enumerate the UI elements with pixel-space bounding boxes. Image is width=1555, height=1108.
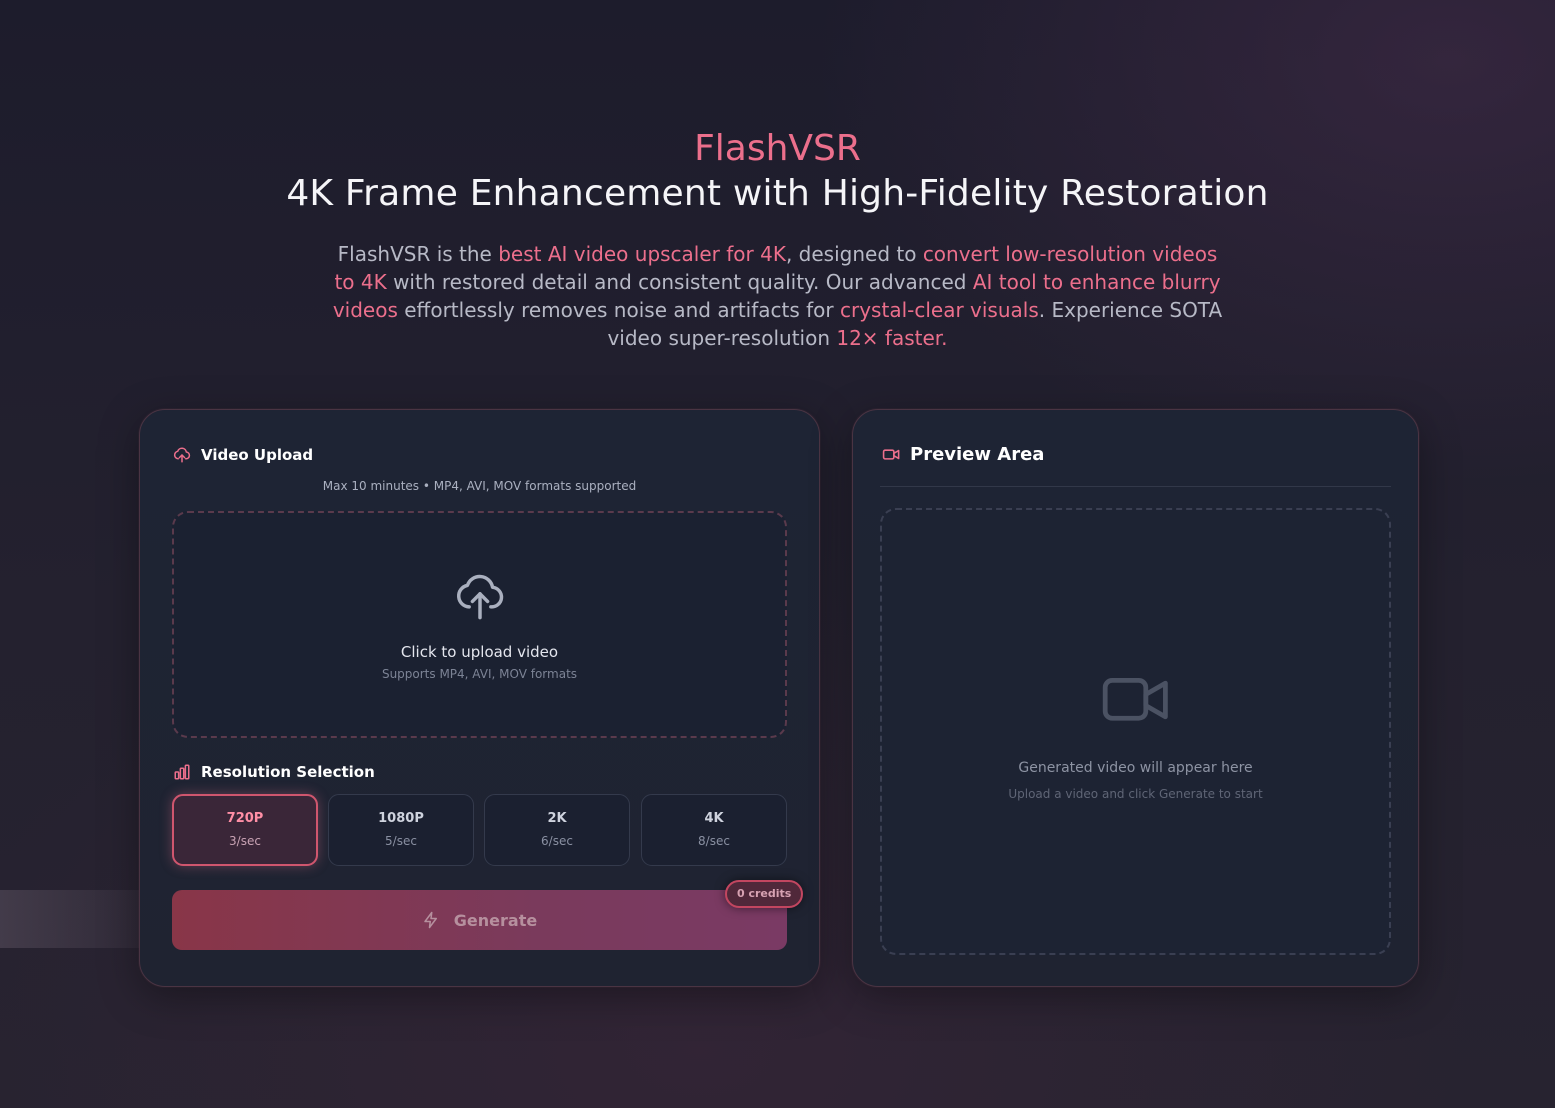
bar-chart-icon	[172, 762, 192, 782]
resolution-label: 1080P	[378, 811, 424, 826]
resolution-rate: 8/sec	[698, 834, 730, 848]
resolution-option-4k[interactable]: 4K 8/sec	[641, 794, 787, 866]
resolution-option-1080p[interactable]: 1080P 5/sec	[328, 794, 474, 866]
dropzone-hint: Supports MP4, AVI, MOV formats	[381, 667, 578, 681]
upload-dropzone[interactable]: Click to upload video Supports MP4, AVI,…	[172, 511, 787, 738]
preview-heading: Preview Area	[881, 444, 1044, 465]
resolution-heading: Resolution Selection	[172, 762, 375, 782]
generate-label: Generate	[453, 910, 538, 930]
credits-badge: 0 credits	[725, 880, 804, 908]
side-glow-decoration	[0, 890, 140, 948]
resolution-rate: 3/sec	[229, 834, 261, 848]
upload-limits: Max 10 minutes • MP4, AVI, MOV formats s…	[322, 479, 637, 493]
upload-card: Video Upload Max 10 minutes • MP4, AVI, …	[139, 409, 820, 987]
preview-placeholder: Generated video will appear here Upload …	[880, 508, 1391, 955]
desc-text: with restored detail and consistent qual…	[386, 270, 973, 294]
resolution-label: 2K	[547, 811, 567, 826]
preview-empty-hint: Upload a video and click Generate to sta…	[1008, 787, 1263, 801]
resolution-label: 720P	[226, 811, 264, 826]
preview-card: Preview Area Generated video will appear…	[852, 409, 1419, 987]
upload-cloud-icon	[172, 445, 192, 465]
brand-title: FlashVSR	[694, 128, 861, 169]
resolution-option-720p[interactable]: 720P 3/sec	[172, 794, 318, 866]
hero: FlashVSR 4K Frame Enhancement with High-…	[0, 126, 1555, 352]
lightning-icon	[422, 911, 440, 929]
video-upload-heading: Video Upload	[172, 445, 313, 465]
desc-text: effortlessly removes noise and artifacts…	[397, 298, 840, 322]
upload-cloud-icon	[454, 569, 506, 627]
resolution-title: Resolution Selection	[201, 763, 375, 781]
dropzone-label: Click to upload video	[400, 643, 559, 661]
resolution-option-2k[interactable]: 2K 6/sec	[484, 794, 630, 866]
video-upload-title: Video Upload	[201, 446, 314, 464]
resolution-options: 720P 3/sec 1080P 5/sec 2K 6/sec 4K 8/sec	[172, 794, 787, 866]
video-camera-icon	[881, 445, 901, 465]
video-camera-icon	[1101, 672, 1171, 732]
desc-highlight: 12× faster.	[836, 326, 948, 350]
resolution-rate: 5/sec	[385, 834, 417, 848]
preview-empty-text: Generated video will appear here	[1018, 760, 1253, 776]
generate-button[interactable]: Generate	[172, 890, 787, 950]
desc-highlight: best AI video upscaler for 4K	[498, 242, 786, 266]
desc-text: FlashVSR is the	[337, 242, 499, 266]
desc-highlight: crystal-clear visuals	[840, 298, 1039, 322]
preview-divider	[880, 486, 1391, 487]
preview-title: Preview Area	[910, 444, 1045, 465]
hero-description: FlashVSR is the best AI video upscaler f…	[328, 240, 1228, 352]
resolution-label: 4K	[704, 811, 724, 826]
page-headline: 4K Frame Enhancement with High-Fidelity …	[286, 173, 1269, 214]
resolution-rate: 6/sec	[541, 834, 573, 848]
desc-text: , designed to	[785, 242, 923, 266]
